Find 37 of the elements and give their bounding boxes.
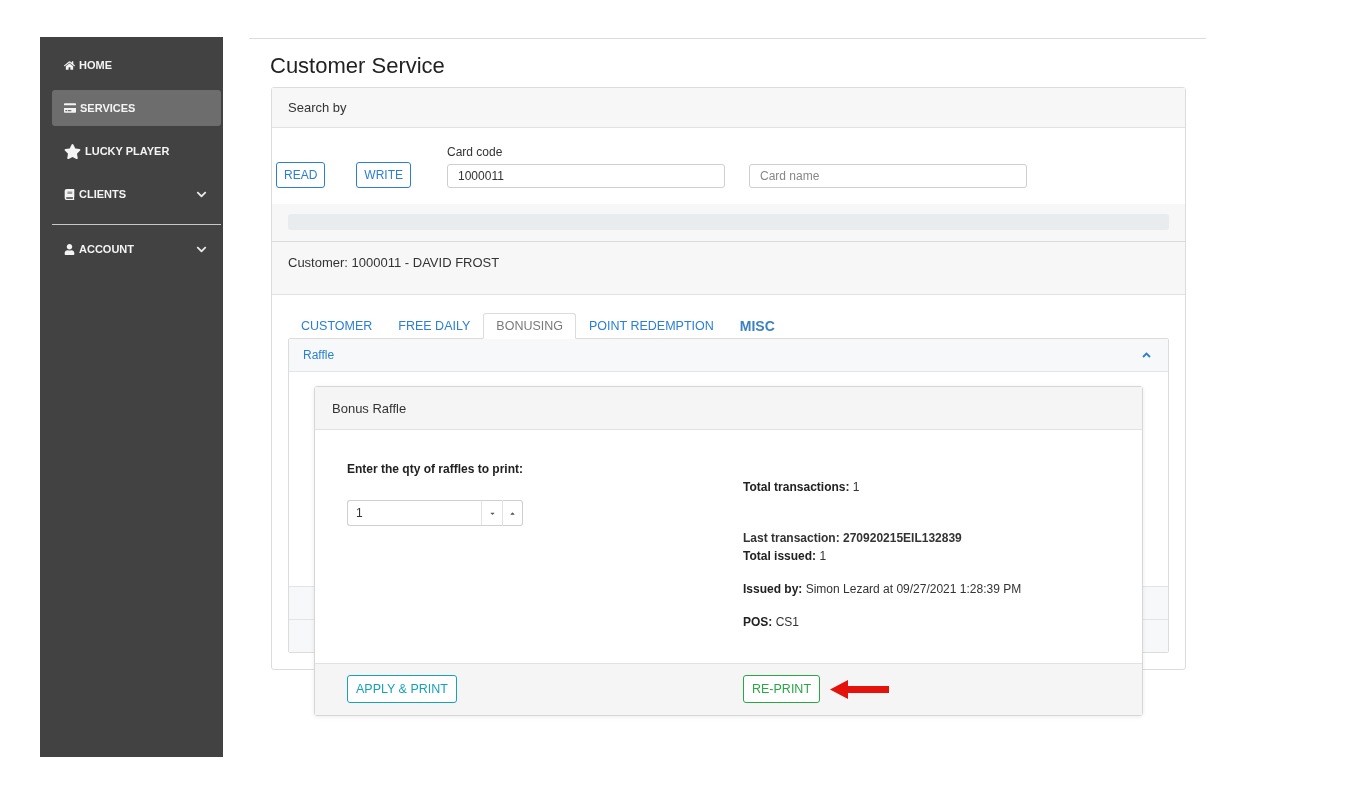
outline-button[interactable]: RE-PRINT bbox=[743, 675, 821, 703]
decrement-button[interactable] bbox=[481, 500, 502, 526]
tab[interactable]: MISC bbox=[726, 313, 788, 339]
increment-button[interactable] bbox=[502, 500, 523, 526]
text-input[interactable]: Card name bbox=[749, 164, 1027, 188]
text-input[interactable]: 1000011 bbox=[447, 164, 725, 188]
sidebar-item[interactable]: CLIENTS bbox=[52, 176, 221, 212]
info-text: Total transactions: 1 bbox=[743, 479, 860, 496]
left-arrow-icon bbox=[830, 679, 890, 699]
outline-button[interactable]: APPLY & PRINT bbox=[347, 675, 457, 703]
sidebar-item[interactable]: HOME bbox=[52, 47, 221, 83]
sidebar-item[interactable]: SERVICES bbox=[52, 90, 221, 126]
dialog-title: Bonus Raffle bbox=[315, 387, 1142, 430]
tab[interactable]: POINT REDEMPTION bbox=[576, 313, 727, 339]
info-text: POS: CS1 bbox=[743, 614, 800, 631]
card-icon bbox=[64, 102, 76, 114]
info-text: Last transaction: 270920215EIL132839 bbox=[743, 530, 962, 547]
tab[interactable]: FREE DAILY bbox=[385, 313, 484, 339]
sidebar-item[interactable]: LUCKY PLAYER bbox=[52, 133, 221, 169]
star-icon bbox=[64, 142, 81, 160]
info-text: Total issued: 1 bbox=[743, 548, 827, 565]
info-text: Issued by: Simon Lezard at 09/27/2021 1:28:39 PM bbox=[743, 581, 1022, 598]
quantity-input[interactable]: 1 bbox=[347, 500, 481, 526]
outline-button[interactable]: READ bbox=[276, 162, 326, 188]
tab[interactable]: BONUSING bbox=[483, 313, 576, 339]
user-icon bbox=[64, 243, 75, 255]
field-label: Card code bbox=[447, 145, 503, 159]
accordion-header[interactable]: Raffle bbox=[289, 339, 1168, 372]
tab[interactable]: CUSTOMER bbox=[288, 313, 386, 339]
book-icon bbox=[64, 188, 75, 200]
quantity-label: Enter the qty of raffles to print: bbox=[347, 461, 523, 478]
home-icon bbox=[64, 59, 75, 71]
sidebar-item[interactable]: ACCOUNT bbox=[52, 231, 221, 267]
page-title: Customer Service bbox=[270, 53, 446, 79]
outline-button[interactable]: WRITE bbox=[356, 162, 411, 188]
card-header: Search by bbox=[272, 88, 1185, 128]
card-header: Customer: 1000011 - DAVID FROST bbox=[272, 242, 1185, 295]
